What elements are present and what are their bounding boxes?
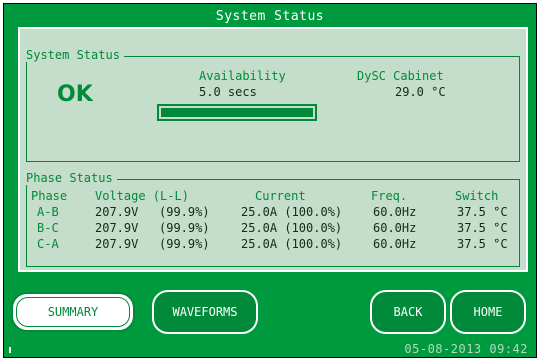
availability-bar-fill <box>161 108 313 117</box>
header-current: Current <box>255 189 306 203</box>
phase-status-legend: Phase Status <box>25 171 117 185</box>
home-button[interactable]: HOME <box>450 290 526 334</box>
availability-value: 5.0 secs <box>199 85 257 99</box>
phase-status-section: Phase Status Phase Voltage (L-L) Current… <box>25 171 520 267</box>
row-current: 25.0A (100.0%) <box>241 221 343 235</box>
row-voltage: 207.9V <box>95 221 139 235</box>
row-freq: 60.0Hz <box>373 221 417 235</box>
home-button-label: HOME <box>473 305 503 319</box>
row-voltage: 207.9V <box>95 205 139 219</box>
row-voltage-pct: (99.9%) <box>159 237 210 251</box>
status-panel: System Status OK Availability 5.0 secs D… <box>18 27 528 272</box>
row-voltage-pct: (99.9%) <box>159 205 210 219</box>
cabinet-temperature: 29.0 °C <box>395 85 446 99</box>
system-state: OK <box>57 82 93 107</box>
row-voltage: 207.9V <box>95 237 139 251</box>
row-freq: 60.0Hz <box>373 237 417 251</box>
waveforms-button[interactable]: WAVEFORMS <box>152 290 258 334</box>
row-current: 25.0A (100.0%) <box>241 237 343 251</box>
availability-bar <box>157 104 317 121</box>
summary-button[interactable]: SUMMARY <box>11 292 135 332</box>
row-phase: B-C <box>37 221 59 235</box>
system-status-section: System Status OK Availability 5.0 secs D… <box>25 48 520 162</box>
header-voltage: Voltage (L-L) <box>95 189 189 203</box>
row-freq: 60.0Hz <box>373 205 417 219</box>
header-freq: Freq. <box>371 189 408 203</box>
cursor-marker <box>9 347 11 353</box>
row-current: 25.0A (100.0%) <box>241 205 343 219</box>
availability-label: Availability <box>199 69 286 83</box>
waveforms-button-label: WAVEFORMS <box>172 305 238 319</box>
row-voltage-pct: (99.9%) <box>159 221 210 235</box>
back-button-label: BACK <box>393 305 423 319</box>
back-button[interactable]: BACK <box>370 290 446 334</box>
system-status-legend: System Status <box>25 48 124 62</box>
row-switch-temp: 37.5 °C <box>457 221 508 235</box>
summary-button-label: SUMMARY <box>47 305 99 319</box>
date-time: 05-08-2013 09:42 <box>404 342 528 356</box>
row-switch-temp: 37.5 °C <box>457 205 508 219</box>
header-switch: Switch <box>455 189 499 203</box>
header-phase: Phase <box>31 189 68 203</box>
hmi-screen: System Status System Status OK Availabil… <box>3 3 537 358</box>
row-phase: A-B <box>37 205 59 219</box>
row-phase: C-A <box>37 237 59 251</box>
row-switch-temp: 37.5 °C <box>457 237 508 251</box>
cabinet-label: DySC Cabinet <box>357 69 444 83</box>
